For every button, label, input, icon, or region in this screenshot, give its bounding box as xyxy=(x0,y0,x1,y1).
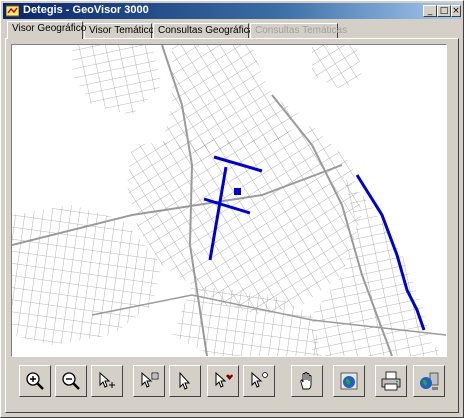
close-button[interactable]: × xyxy=(451,5,461,17)
pointer-icon xyxy=(179,371,191,390)
select-button[interactable] xyxy=(91,365,123,397)
tab-consultas-geograficas[interactable]: Consultas Geográficas xyxy=(153,23,259,38)
zoom-in-button[interactable] xyxy=(19,365,51,397)
globe-icon xyxy=(340,372,358,390)
street-map[interactable] xyxy=(12,45,446,356)
app-icon xyxy=(6,5,19,17)
map-canvas[interactable] xyxy=(11,44,447,357)
select-add-button[interactable] xyxy=(207,365,239,397)
print-button[interactable] xyxy=(375,365,407,397)
tab-visor-geografico[interactable]: Visor Geográfico xyxy=(7,21,86,39)
city-blocks-northwest xyxy=(72,45,162,115)
select-point-icon xyxy=(251,371,268,388)
highlight-point xyxy=(234,188,241,195)
network-button[interactable] xyxy=(413,365,445,397)
tab-consultas-tematicas: Consultas Temáticas xyxy=(250,23,347,38)
city-blocks-right-top xyxy=(312,45,362,90)
pointer-button[interactable] xyxy=(169,365,201,397)
minimize-button[interactable]: _ xyxy=(423,5,437,17)
app-window: Detegis - GeoVisor 3000 _ □ × Visor Geog… xyxy=(0,0,464,418)
tab-visor-tematico[interactable]: Visor Temático xyxy=(84,23,154,38)
hand-pan-icon xyxy=(300,372,312,390)
printer-icon xyxy=(381,371,401,391)
city-blocks-center xyxy=(127,125,362,315)
zoom-out-icon xyxy=(62,372,80,390)
select-point-button[interactable] xyxy=(243,365,275,397)
select-add-icon xyxy=(215,371,233,388)
select-arrow-icon xyxy=(99,371,115,388)
network-globe-icon xyxy=(420,372,439,390)
select-info-icon xyxy=(141,371,159,388)
map-toolbar xyxy=(11,362,451,402)
select-info-button[interactable] xyxy=(133,365,165,397)
title-bar[interactable]: Detegis - GeoVisor 3000 _ □ × xyxy=(3,3,461,19)
maximize-button[interactable]: □ xyxy=(437,5,451,17)
zoom-out-button[interactable] xyxy=(55,365,87,397)
zoom-in-icon xyxy=(26,372,44,390)
globe-view-button[interactable] xyxy=(333,365,365,397)
window-title: Detegis - GeoVisor 3000 xyxy=(23,4,149,16)
pan-button[interactable] xyxy=(291,365,323,397)
